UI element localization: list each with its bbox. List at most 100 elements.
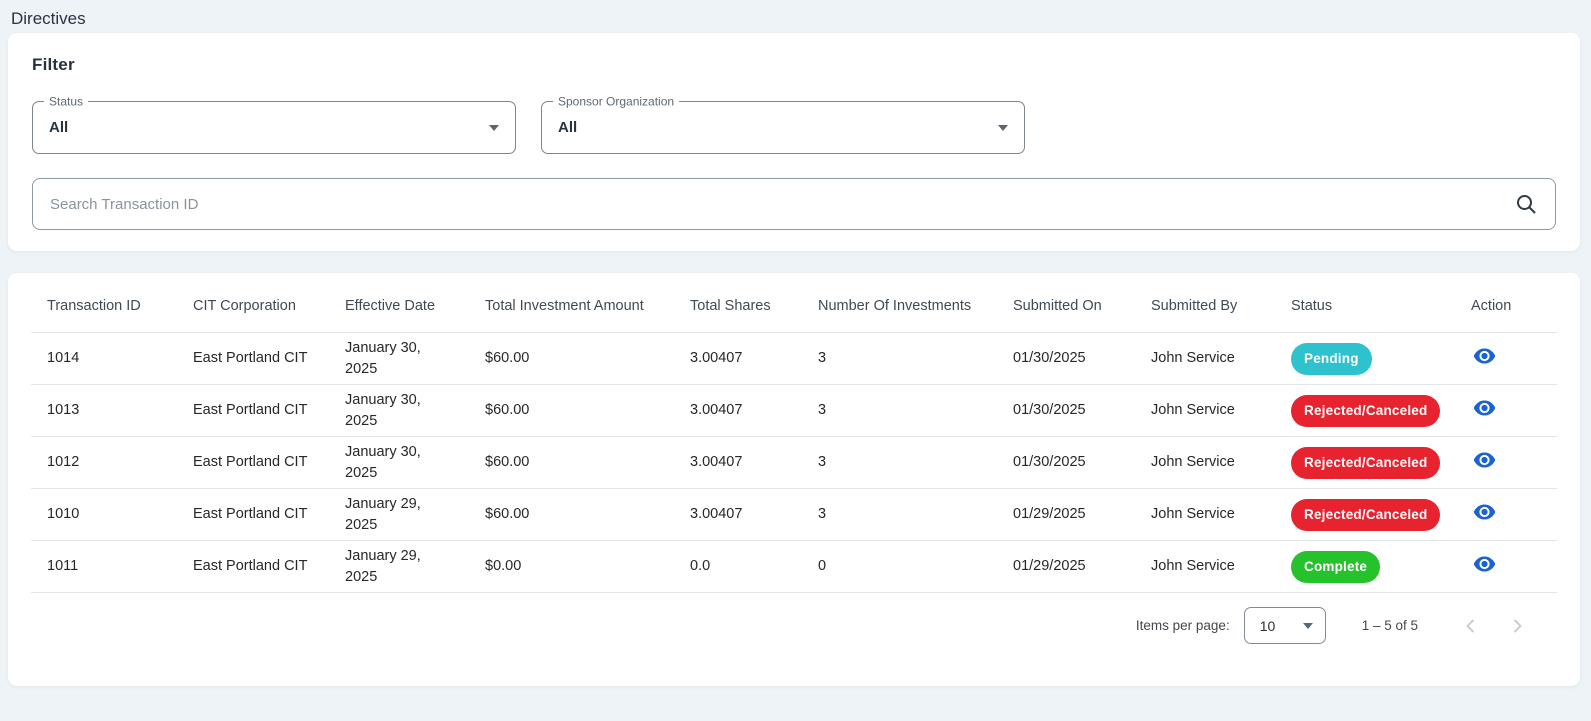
cell-transaction-id: 1011 [31, 540, 177, 593]
column-header-total-shares: Total Shares [690, 298, 771, 314]
cell-status: Pending [1275, 332, 1455, 385]
table-row: 1011 East Portland CIT January 29, 2025 … [31, 540, 1557, 593]
status-select-value: All [49, 119, 69, 136]
status-badge: Rejected/Canceled [1291, 394, 1441, 427]
status-select[interactable]: Status All [32, 94, 516, 154]
table-header-row: Transaction ID CIT Corporation Effective… [31, 277, 1557, 333]
column-header-submitted-by: Submitted By [1151, 298, 1238, 314]
column-header-submitted-on: Submitted On [1013, 298, 1102, 314]
chevron-right-icon [1514, 619, 1522, 632]
column-header-transaction-id: Transaction ID [47, 298, 141, 314]
column-header-status: Status [1291, 298, 1333, 314]
cell-total-shares: 3.00407 [674, 436, 802, 489]
table-row: 1012 East Portland CIT January 30, 2025 … [31, 436, 1557, 489]
cell-submitted-on: 01/29/2025 [997, 488, 1135, 541]
cell-effective-date: January 30, 2025 [329, 436, 469, 489]
view-directive-button[interactable] [1471, 450, 1498, 470]
column-header-cit-corporation: CIT Corporation [193, 298, 296, 314]
page-title: Directives [11, 9, 86, 28]
filter-card: Filter Status All Sponsor Organization A… [8, 33, 1580, 251]
cell-status: Rejected/Canceled [1275, 488, 1455, 541]
chevron-down-icon [1302, 622, 1313, 629]
eye-icon [1473, 452, 1496, 468]
cell-action [1455, 384, 1557, 437]
cell-total-investment-amount: $0.00 [469, 540, 674, 593]
cell-status: Complete [1275, 540, 1455, 593]
directives-table-card: Transaction ID CIT Corporation Effective… [8, 273, 1580, 686]
cell-total-shares: 3.00407 [674, 332, 802, 385]
cell-cit-corporation: East Portland CIT [177, 436, 329, 489]
cell-cit-corporation: East Portland CIT [177, 540, 329, 593]
cell-transaction-id: 1014 [31, 332, 177, 385]
cell-submitted-by: John Service [1135, 488, 1275, 541]
cell-status: Rejected/Canceled [1275, 436, 1455, 489]
eye-icon [1473, 400, 1496, 416]
column-header-action: Action [1471, 298, 1512, 314]
sponsor-organization-select-value: All [558, 119, 578, 136]
cell-number-of-investments: 3 [802, 332, 997, 385]
cell-submitted-on: 01/30/2025 [997, 436, 1135, 489]
cell-total-shares: 3.00407 [674, 384, 802, 437]
chevron-down-icon [998, 124, 1008, 131]
cell-total-shares: 3.00407 [674, 488, 802, 541]
cell-effective-date: January 29, 2025 [329, 488, 469, 541]
cell-effective-date: January 29, 2025 [329, 540, 469, 593]
status-badge: Complete [1291, 550, 1381, 583]
status-badge: Rejected/Canceled [1291, 446, 1441, 479]
table-row: 1014 East Portland CIT January 30, 2025 … [31, 332, 1557, 385]
view-directive-button[interactable] [1471, 502, 1498, 522]
view-directive-button[interactable] [1471, 554, 1498, 574]
cell-cit-corporation: East Portland CIT [177, 488, 329, 541]
cell-transaction-id: 1010 [31, 488, 177, 541]
next-page-button[interactable] [1494, 617, 1540, 635]
column-header-effective-date: Effective Date [345, 298, 436, 314]
view-directive-button[interactable] [1471, 398, 1498, 418]
chevron-down-icon [489, 124, 499, 131]
items-per-page-label: Items per page: [1135, 618, 1230, 633]
pagination-bar: Items per page: 10 1 – 5 of 5 [8, 593, 1580, 644]
search-field [32, 178, 1556, 230]
cell-action [1455, 332, 1557, 385]
cell-effective-date: January 30, 2025 [329, 384, 469, 437]
cell-submitted-by: John Service [1135, 436, 1275, 489]
view-directive-button[interactable] [1471, 346, 1498, 366]
previous-page-button[interactable] [1448, 617, 1494, 635]
items-per-page-select[interactable]: 10 [1243, 607, 1326, 644]
cell-total-investment-amount: $60.00 [469, 488, 674, 541]
pagination-range-label: 1 – 5 of 5 [1361, 618, 1418, 633]
cell-submitted-by: John Service [1135, 332, 1275, 385]
cell-number-of-investments: 3 [802, 436, 997, 489]
cell-number-of-investments: 0 [802, 540, 997, 593]
filter-heading: Filter [32, 55, 75, 74]
status-badge: Pending [1291, 342, 1372, 375]
cell-effective-date: January 30, 2025 [329, 332, 469, 385]
cell-status: Rejected/Canceled [1275, 384, 1455, 437]
cell-number-of-investments: 3 [802, 488, 997, 541]
directives-table: Transaction ID CIT Corporation Effective… [31, 277, 1557, 593]
eye-icon [1473, 504, 1496, 520]
cell-transaction-id: 1013 [31, 384, 177, 437]
search-icon[interactable] [1514, 192, 1538, 216]
cell-submitted-on: 01/29/2025 [997, 540, 1135, 593]
chevron-left-icon [1466, 619, 1474, 632]
items-per-page-value: 10 [1259, 617, 1276, 634]
search-input[interactable] [32, 178, 1556, 230]
eye-icon [1473, 348, 1496, 364]
column-header-total-investment-amount: Total Investment Amount [485, 298, 644, 314]
cell-action [1455, 540, 1557, 593]
cell-submitted-on: 01/30/2025 [997, 384, 1135, 437]
filter-selects-row: Status All Sponsor Organization All [32, 94, 1556, 154]
cell-cit-corporation: East Portland CIT [177, 384, 329, 437]
cell-total-investment-amount: $60.00 [469, 384, 674, 437]
sponsor-organization-select[interactable]: Sponsor Organization All [541, 94, 1025, 154]
eye-icon [1473, 556, 1496, 572]
cell-cit-corporation: East Portland CIT [177, 332, 329, 385]
cell-submitted-on: 01/30/2025 [997, 332, 1135, 385]
sponsor-organization-select-label: Sponsor Organization [553, 94, 680, 109]
cell-total-investment-amount: $60.00 [469, 436, 674, 489]
cell-submitted-by: John Service [1135, 384, 1275, 437]
cell-action [1455, 488, 1557, 541]
cell-submitted-by: John Service [1135, 540, 1275, 593]
status-select-label: Status [44, 94, 89, 109]
table-row: 1013 East Portland CIT January 30, 2025 … [31, 384, 1557, 437]
